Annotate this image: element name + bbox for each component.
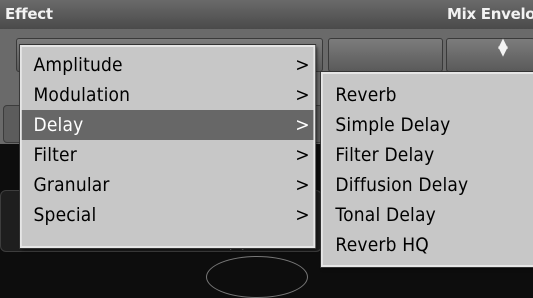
submenu-item-reverb[interactable]: Reverb — [323, 80, 533, 110]
menu-item-granular[interactable]: Granular > — [22, 170, 314, 200]
menu-item-label: Filter — [33, 144, 77, 166]
menu-item-special[interactable]: Special > — [22, 200, 314, 230]
submenu-arrow-icon: > — [295, 84, 310, 106]
menu-item-amplitude[interactable]: Amplitude > — [22, 50, 314, 80]
menu-item-label: Special — [33, 204, 97, 226]
submenu-arrow-icon: > — [295, 174, 310, 196]
menu-item-modulation[interactable]: Modulation > — [22, 80, 314, 110]
effect-label: Effect — [5, 5, 53, 23]
menu-item-label: Granular — [33, 174, 110, 196]
effect-category-menu: Amplitude > Modulation > Delay > Filter … — [20, 45, 316, 248]
mix-envelope-label: Mix Envelo — [447, 5, 533, 23]
knob-arc — [206, 256, 308, 298]
submenu-arrow-icon: > — [295, 54, 310, 76]
up-down-arrows-icon[interactable]: ▲ ▼ — [498, 37, 508, 58]
submenu-item-simple-delay[interactable]: Simple Delay — [323, 110, 533, 140]
submenu-item-reverb-hq[interactable]: Reverb HQ — [323, 230, 533, 260]
submenu-arrow-icon: > — [295, 204, 310, 226]
mix-envelope-selector[interactable] — [446, 38, 533, 72]
menu-item-label: Delay — [33, 114, 84, 136]
submenu-arrow-icon: > — [295, 144, 310, 166]
submenu-item-filter-delay[interactable]: Filter Delay — [323, 140, 533, 170]
submenu-arrow-icon: > — [295, 114, 310, 136]
menu-item-filter[interactable]: Filter > — [22, 140, 314, 170]
mix-envelope-slot[interactable] — [328, 38, 443, 72]
menu-item-delay[interactable]: Delay > — [21, 110, 314, 140]
effect-header-bar: Effect Mix Envelo — [0, 0, 533, 30]
menu-item-label: Modulation — [33, 84, 131, 106]
submenu-item-tonal-delay[interactable]: Tonal Delay — [323, 200, 533, 230]
menu-item-label: Amplitude — [33, 54, 123, 76]
delay-submenu: Reverb Simple Delay Filter Delay Diffusi… — [321, 72, 533, 267]
submenu-item-diffusion-delay[interactable]: Diffusion Delay — [323, 170, 533, 200]
